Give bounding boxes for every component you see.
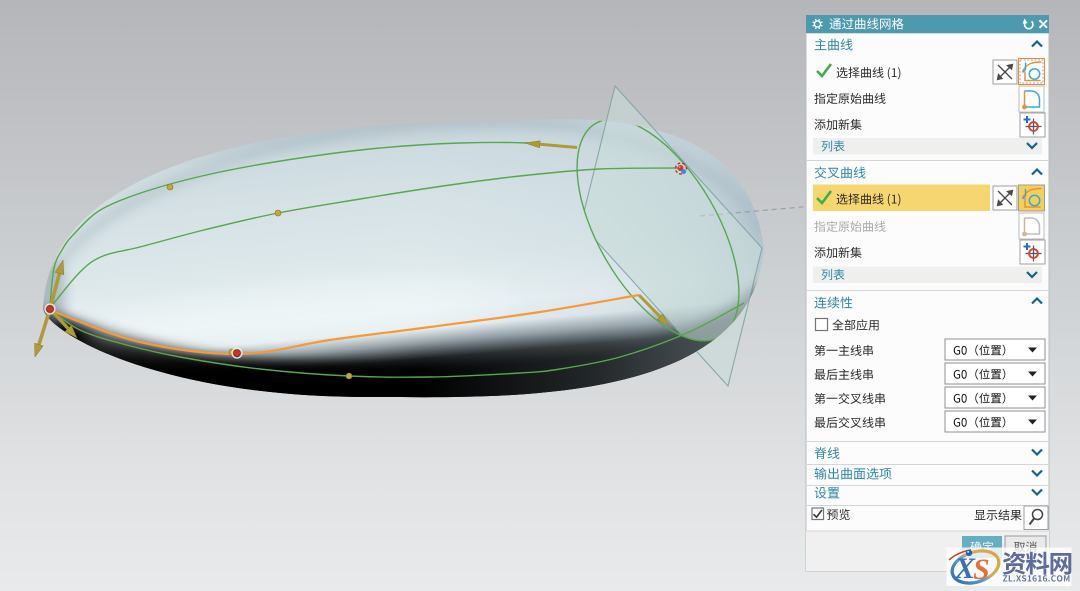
svg-text:S: S <box>973 553 990 586</box>
